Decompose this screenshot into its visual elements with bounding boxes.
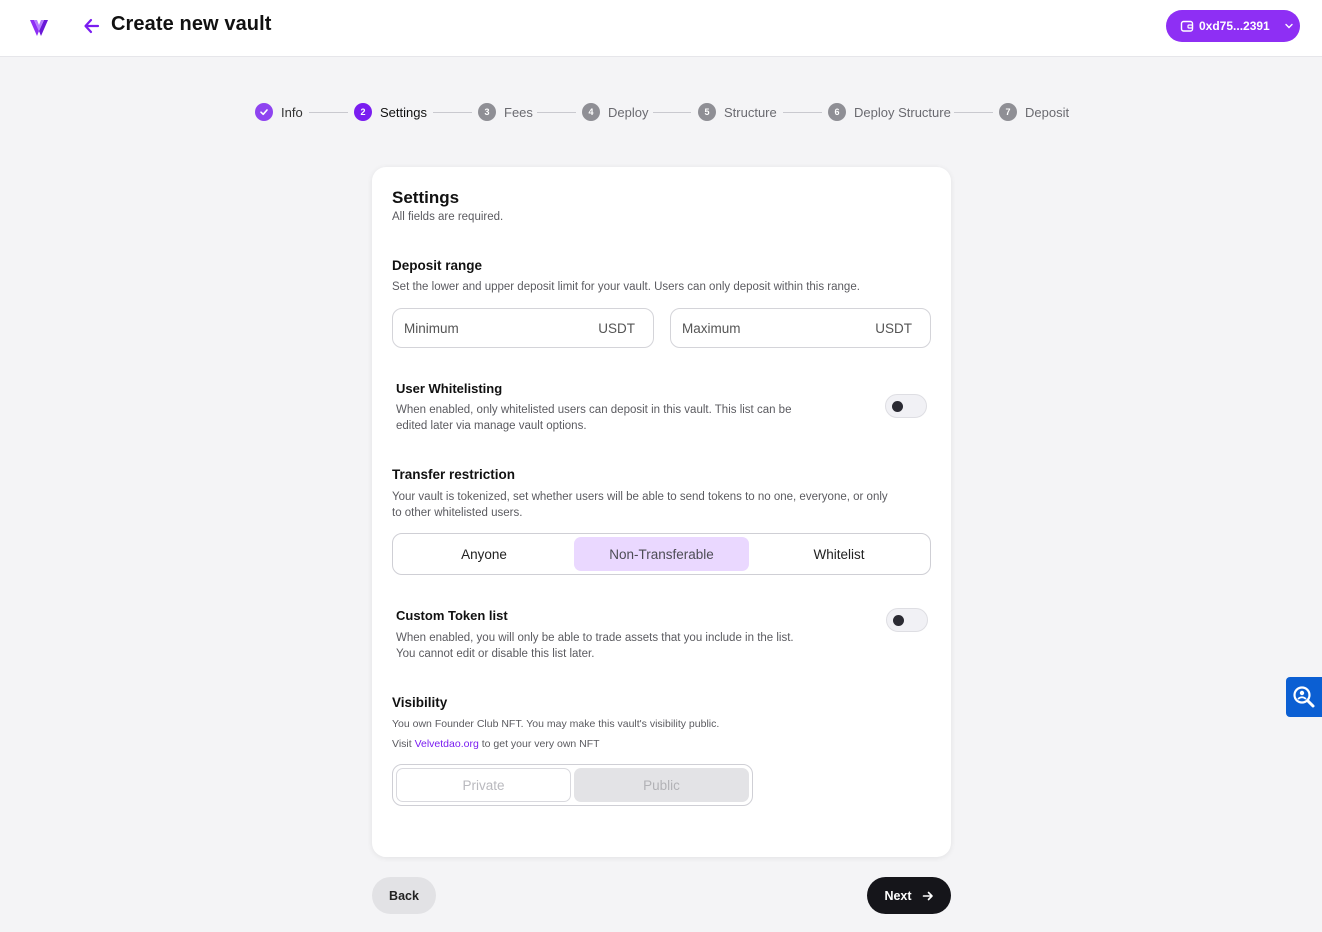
step-connector: [309, 112, 348, 113]
maximum-deposit-input[interactable]: Maximum USDT: [670, 308, 931, 348]
visibility-visit-line: Visit Velvetdao.org to get your very own…: [392, 736, 600, 752]
minimum-unit: USDT: [598, 320, 635, 336]
arrow-right-icon: [922, 891, 933, 900]
step-connector: [537, 112, 576, 113]
custom-token-list-toggle[interactable]: [886, 608, 928, 632]
step-number: 7: [999, 103, 1017, 121]
minimum-deposit-input[interactable]: Minimum USDT: [392, 308, 654, 348]
card-subtitle: All fields are required.: [392, 211, 504, 223]
step-label: Deploy Structure: [854, 104, 951, 120]
step-label: Structure: [724, 104, 777, 120]
step-number: 6: [828, 103, 846, 121]
user-whitelisting-toggle[interactable]: [885, 394, 927, 418]
top-header: Create new vault 0xd75...2391: [0, 0, 1322, 57]
chevron-down-icon: [1285, 23, 1293, 29]
step-deposit[interactable]: 7 Deposit: [999, 102, 1069, 122]
visibility-selector: Private Public: [392, 764, 753, 806]
transfer-restriction-description-2: to other whitelisted users.: [392, 507, 523, 519]
wallet-address: 0xd75...2391: [1199, 19, 1270, 33]
step-deploy-structure[interactable]: 6 Deploy Structure: [828, 102, 951, 122]
settings-card: Settings All fields are required. Deposi…: [372, 167, 951, 857]
user-whitelisting-description-1: When enabled, only whitelisted users can…: [396, 404, 792, 416]
step-label: Settings: [380, 104, 427, 120]
user-whitelisting-title: User Whitelisting: [396, 381, 503, 396]
page-title: Create new vault: [111, 13, 272, 35]
option-private[interactable]: Private: [396, 768, 571, 802]
next-button[interactable]: Next: [867, 877, 951, 914]
step-label: Fees: [504, 104, 533, 120]
step-label: Info: [281, 104, 303, 120]
step-info[interactable]: Info: [255, 102, 303, 122]
step-connector: [783, 112, 822, 113]
velvet-logo-icon[interactable]: [28, 14, 50, 40]
visibility-description: You own Founder Club NFT. You may make t…: [392, 718, 720, 730]
maximum-placeholder: Maximum: [682, 320, 741, 336]
step-label: Deposit: [1025, 104, 1070, 120]
step-structure[interactable]: 5 Structure: [698, 102, 777, 122]
deposit-range-description: Set the lower and upper deposit limit fo…: [392, 281, 860, 293]
option-anyone[interactable]: Anyone: [396, 537, 572, 571]
transfer-restriction-description-1: Your vault is tokenized, set whether use…: [392, 491, 888, 503]
velvetdao-link[interactable]: Velvetdao.org: [415, 738, 479, 750]
toggle-knob: [892, 401, 903, 412]
option-non-transferable[interactable]: Non-Transferable: [574, 537, 749, 571]
wallet-icon: [1180, 20, 1194, 32]
transfer-restriction-title: Transfer restriction: [392, 467, 516, 482]
step-connector: [653, 112, 691, 113]
step-label: Deploy: [608, 104, 649, 120]
custom-token-list-title: Custom Token list: [396, 608, 508, 623]
toggle-knob: [893, 615, 904, 626]
step-number: 5: [698, 103, 716, 121]
back-button[interactable]: Back: [372, 877, 436, 914]
visit-prefix: Visit: [392, 738, 412, 750]
step-connector: [433, 112, 472, 113]
transfer-restriction-selector: Anyone Non-Transferable Whitelist: [392, 533, 931, 575]
card-title: Settings: [392, 188, 460, 207]
deposit-range-title: Deposit range: [392, 258, 483, 273]
magnifier-person-icon: [1293, 686, 1315, 708]
checkmark-icon: [255, 103, 273, 121]
accessibility-help-widget[interactable]: [1286, 677, 1322, 717]
custom-token-list-description-1: When enabled, you will only be able to t…: [396, 632, 794, 644]
step-number: 2: [354, 103, 372, 121]
visit-suffix: to get your very own NFT: [481, 738, 600, 750]
visibility-title: Visibility: [392, 695, 448, 710]
wallet-button[interactable]: 0xd75...2391: [1166, 10, 1300, 42]
step-number: 4: [582, 103, 600, 121]
back-arrow-icon[interactable]: [82, 16, 102, 36]
next-label: Next: [884, 888, 912, 903]
step-fees[interactable]: 3 Fees: [478, 102, 533, 122]
step-connector: [954, 112, 993, 113]
option-public[interactable]: Public: [574, 768, 749, 802]
step-settings[interactable]: 2 Settings: [354, 102, 427, 122]
custom-token-list-description-2: You cannot edit or disable this list lat…: [396, 648, 595, 660]
step-deploy[interactable]: 4 Deploy: [582, 102, 648, 122]
user-whitelisting-description-2: edited later via manage vault options.: [396, 420, 587, 432]
maximum-unit: USDT: [875, 320, 912, 336]
step-number: 3: [478, 103, 496, 121]
minimum-placeholder: Minimum: [404, 320, 459, 336]
option-whitelist[interactable]: Whitelist: [751, 537, 927, 571]
